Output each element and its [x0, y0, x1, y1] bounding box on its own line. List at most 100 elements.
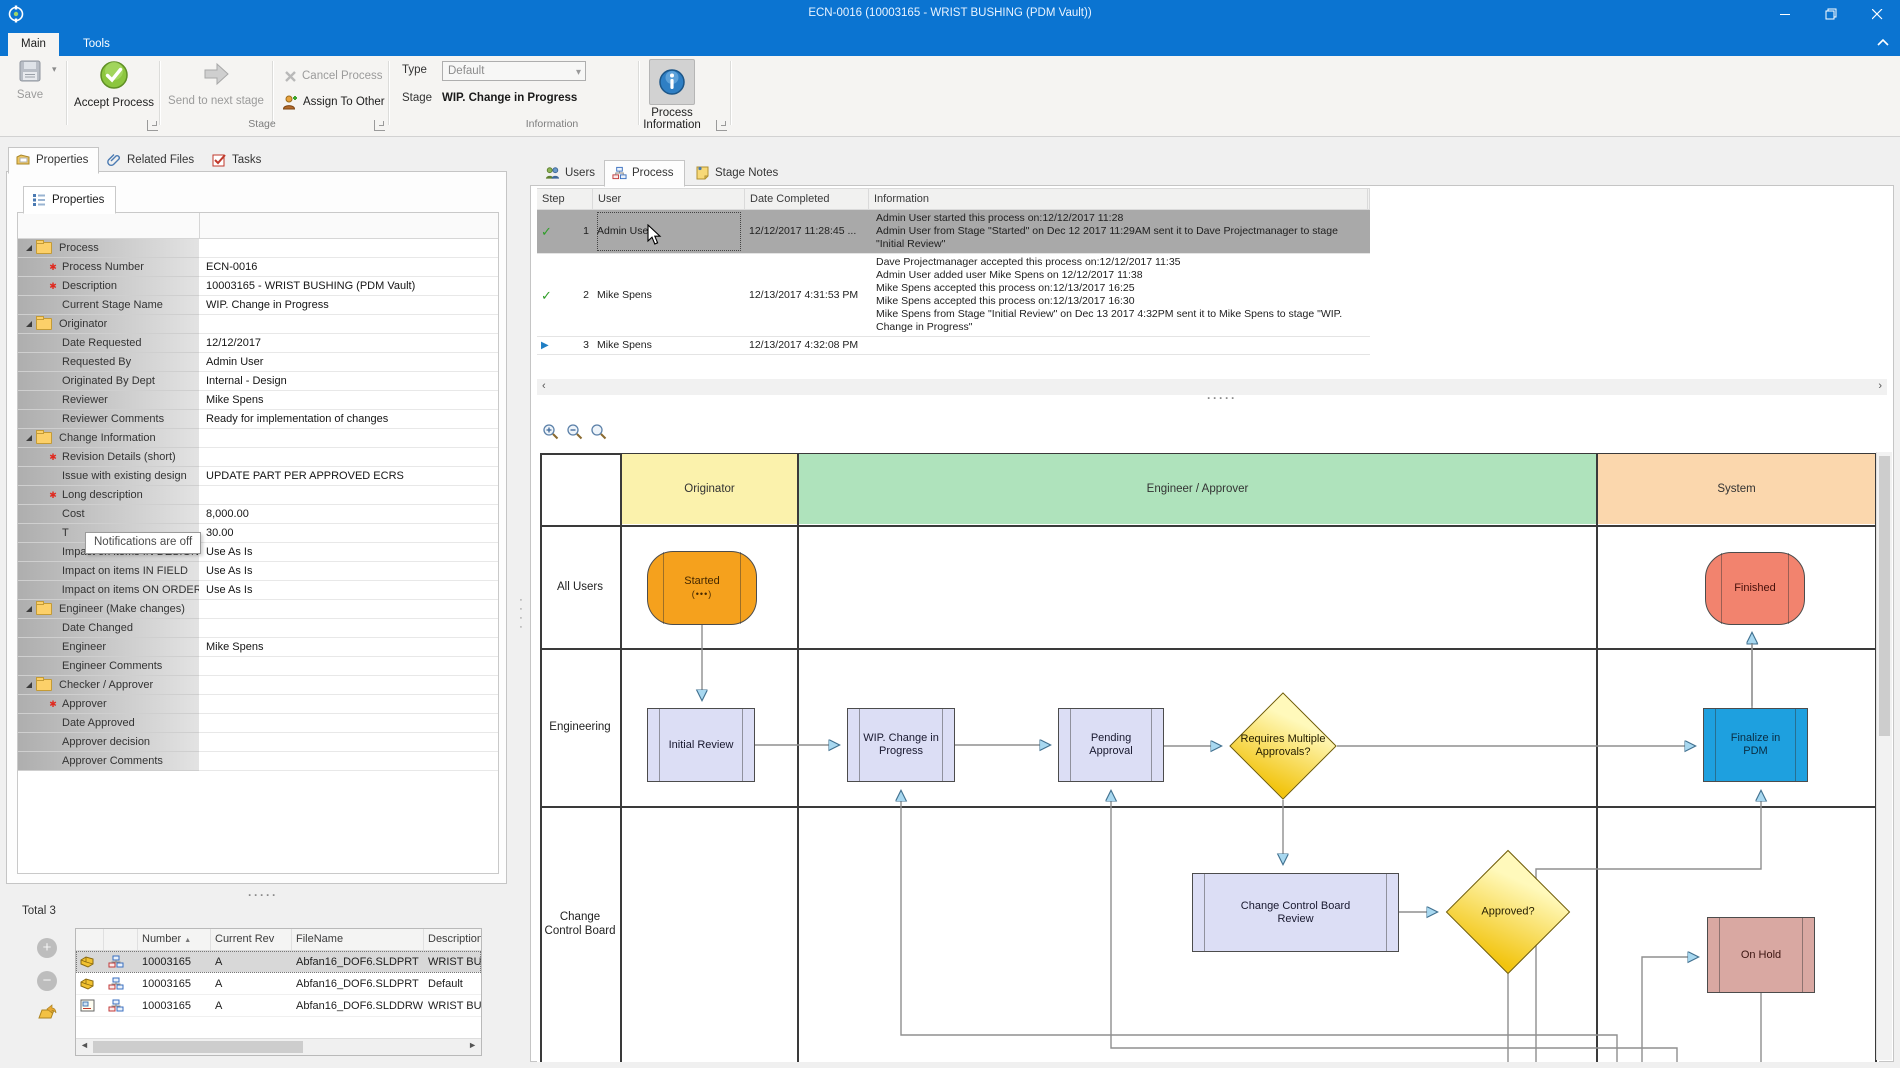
- scroll-left-icon[interactable]: ‹: [542, 380, 546, 392]
- file-row[interactable]: 10003165AAbfan16_DOF6.SLDPRTWRIST BUS: [76, 951, 481, 973]
- horizontal-splitter-handle[interactable]: ·····: [248, 888, 278, 902]
- property-row[interactable]: EngineerMike Spens: [18, 638, 498, 657]
- property-row[interactable]: Reviewer CommentsReady for implementatio…: [18, 410, 498, 429]
- property-value[interactable]: [199, 239, 498, 258]
- property-value[interactable]: Mike Spens: [199, 391, 498, 410]
- dialog-launcher-icon[interactable]: [147, 120, 158, 131]
- property-group-row[interactable]: Engineer (Make changes): [18, 600, 498, 619]
- column-step[interactable]: Step: [537, 189, 593, 209]
- save-button[interactable]: Save: [2, 59, 58, 121]
- step-user[interactable]: Admin User: [597, 212, 741, 251]
- node-initial-review[interactable]: Initial Review: [647, 708, 755, 782]
- property-value[interactable]: [199, 315, 498, 334]
- property-group-row[interactable]: Process: [18, 239, 498, 258]
- restore-button[interactable]: [1808, 0, 1854, 28]
- property-value[interactable]: [199, 657, 498, 676]
- node-on-hold[interactable]: On Hold: [1707, 917, 1815, 993]
- add-file-button[interactable]: +: [37, 938, 57, 958]
- property-row[interactable]: Date Changed: [18, 619, 498, 638]
- property-value[interactable]: 30.00: [199, 524, 498, 543]
- vertical-splitter-handle[interactable]: ····: [516, 596, 526, 636]
- process-step-row[interactable]: ✓2Mike Spens12/13/2017 4:31:53 PMDave Pr…: [537, 254, 1370, 337]
- column-user[interactable]: User: [593, 189, 745, 209]
- property-value[interactable]: [199, 600, 498, 619]
- ribbon-collapse-icon[interactable]: [1874, 36, 1892, 50]
- zoom-out-icon[interactable]: [565, 422, 584, 441]
- property-row[interactable]: ✱Long description: [18, 486, 498, 505]
- property-value[interactable]: 12/12/2017: [199, 334, 498, 353]
- column-current-rev[interactable]: Current Rev: [211, 929, 292, 950]
- property-value[interactable]: 8,000.00: [199, 505, 498, 524]
- open-file-button[interactable]: [37, 1004, 57, 1024]
- property-value[interactable]: [199, 752, 498, 771]
- property-row[interactable]: ✱Process NumberECN-0016: [18, 258, 498, 277]
- column-description[interactable]: Description: [424, 929, 481, 950]
- property-value[interactable]: [199, 429, 498, 448]
- property-value[interactable]: Internal - Design: [199, 372, 498, 391]
- property-value[interactable]: UPDATE PART PER APPROVED ECRS: [199, 467, 498, 486]
- remove-file-button[interactable]: −: [37, 971, 57, 991]
- process-information-button[interactable]: Process Information: [622, 59, 722, 121]
- property-row[interactable]: Engineer Comments: [18, 657, 498, 676]
- property-row[interactable]: Requested ByAdmin User: [18, 353, 498, 372]
- tab-properties[interactable]: Properties: [8, 147, 99, 174]
- property-group-row[interactable]: Checker / Approver: [18, 676, 498, 695]
- property-row[interactable]: ✱Description10003165 - WRIST BUSHING (PD…: [18, 277, 498, 296]
- property-row[interactable]: Originated By DeptInternal - Design: [18, 372, 498, 391]
- property-value[interactable]: Use As Is: [199, 581, 498, 600]
- property-row[interactable]: Cost8,000.00: [18, 505, 498, 524]
- column-information[interactable]: Information: [869, 189, 1368, 209]
- file-type-icon[interactable]: [76, 999, 104, 1012]
- expander-icon[interactable]: [26, 682, 32, 688]
- process-step-row[interactable]: ▶3Mike Spens12/13/2017 4:32:08 PM: [537, 337, 1370, 355]
- property-row[interactable]: Impact on items ON ORDERUse As Is: [18, 581, 498, 600]
- column-date-completed[interactable]: Date Completed: [745, 189, 869, 209]
- type-combobox[interactable]: Default ▾: [442, 61, 586, 81]
- property-row[interactable]: Impact on items IN FIELDUse As Is: [18, 562, 498, 581]
- node-ccb-review[interactable]: Change Control Board Review: [1192, 873, 1399, 952]
- file-table-hscrollbar[interactable]: ◄ ►: [76, 1038, 481, 1055]
- inner-tab-properties[interactable]: Properties: [23, 186, 116, 214]
- step-user[interactable]: Mike Spens: [597, 289, 652, 302]
- horizontal-splitter-handle[interactable]: ·····: [1207, 391, 1237, 405]
- node-pending-approval[interactable]: Pending Approval: [1058, 708, 1164, 782]
- tab-main[interactable]: Main: [8, 33, 59, 56]
- property-group-row[interactable]: Change Information: [18, 429, 498, 448]
- workflow-diagram[interactable]: Originator Engineer / Approver System Al…: [537, 452, 1879, 1062]
- assign-to-other-button[interactable]: Assign To Other: [282, 92, 385, 112]
- property-value[interactable]: ECN-0016: [199, 258, 498, 277]
- node-requires-multiple-approvals[interactable]: Requires Multiple Approvals?: [1245, 708, 1321, 784]
- property-value[interactable]: [199, 695, 498, 714]
- dialog-launcher-icon[interactable]: [716, 120, 727, 131]
- file-row[interactable]: 10003165AAbfan16_DOF6.SLDDRWWRIST BUS: [76, 995, 481, 1017]
- step-user[interactable]: Mike Spens: [597, 339, 652, 352]
- property-row[interactable]: ReviewerMike Spens: [18, 391, 498, 410]
- property-group-row[interactable]: Originator: [18, 315, 498, 334]
- property-value[interactable]: WIP. Change in Progress: [199, 296, 498, 315]
- expander-icon[interactable]: [26, 245, 32, 251]
- node-wip-change-in-progress[interactable]: WIP. Change in Progress: [847, 708, 955, 782]
- tab-tools[interactable]: Tools: [70, 33, 123, 56]
- file-type-icon[interactable]: [76, 977, 104, 990]
- property-value[interactable]: Use As Is: [199, 562, 498, 581]
- property-value[interactable]: Ready for implementation of changes: [199, 410, 498, 429]
- scroll-right-icon[interactable]: ►: [468, 1040, 477, 1050]
- send-next-stage-button[interactable]: Send to next stage: [166, 59, 266, 121]
- node-finished[interactable]: Finished: [1705, 552, 1805, 625]
- property-value[interactable]: [199, 733, 498, 752]
- property-row[interactable]: Issue with existing designUPDATE PART PE…: [18, 467, 498, 486]
- bom-icon[interactable]: [104, 955, 138, 968]
- property-row[interactable]: Date Requested12/12/2017: [18, 334, 498, 353]
- property-row[interactable]: Current Stage NameWIP. Change in Progres…: [18, 296, 498, 315]
- accept-process-button[interactable]: Accept Process: [68, 59, 160, 121]
- close-button[interactable]: [1854, 0, 1900, 28]
- bom-icon[interactable]: [104, 999, 138, 1012]
- bom-icon[interactable]: [104, 977, 138, 990]
- property-value[interactable]: [199, 448, 498, 467]
- tab-related-files[interactable]: Related Files: [100, 148, 204, 172]
- node-approved[interactable]: Approved?: [1464, 868, 1552, 956]
- column-number[interactable]: Number ▲: [138, 929, 211, 950]
- zoom-reset-icon[interactable]: [589, 422, 608, 441]
- tab-stage-notes[interactable]: Stage Notes: [688, 161, 788, 185]
- zoom-in-icon[interactable]: [541, 422, 560, 441]
